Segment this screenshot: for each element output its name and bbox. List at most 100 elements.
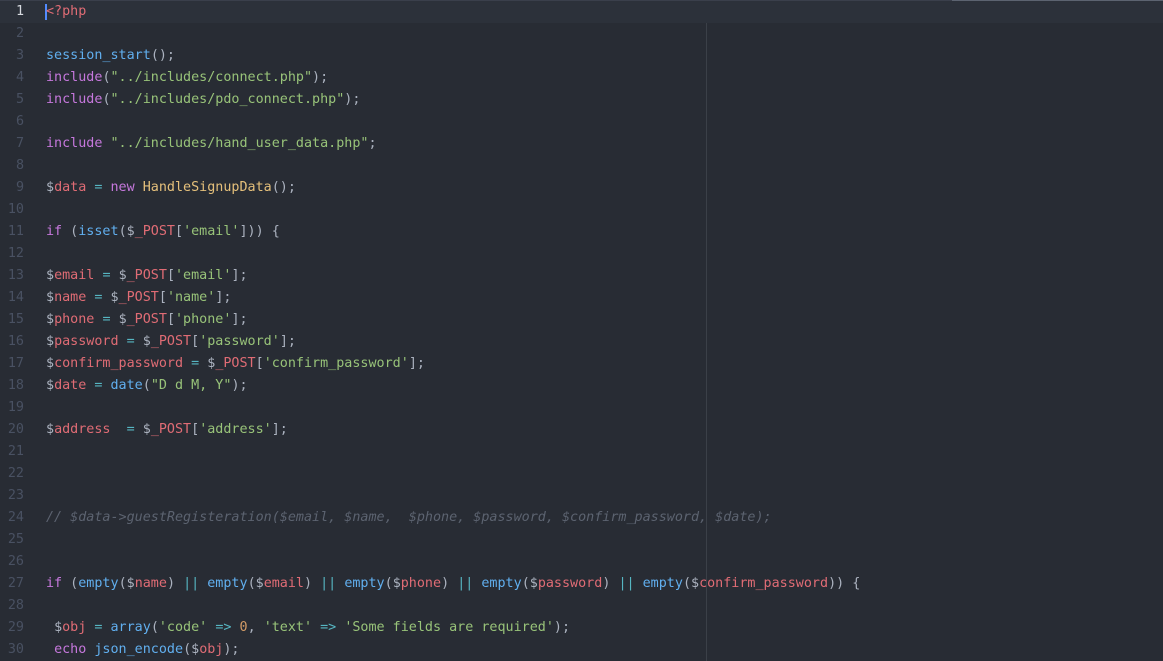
token-punct: ( — [102, 70, 111, 85]
code-line[interactable]: 28 — [0, 595, 1163, 617]
token-var: _POST — [126, 268, 167, 283]
code-text[interactable]: include("../includes/connect.php"); — [46, 67, 328, 89]
code-text[interactable]: $phone = $_POST['phone']; — [46, 309, 248, 331]
code-text[interactable]: session_start(); — [46, 45, 175, 67]
token-punct: ( — [384, 576, 393, 591]
token-punct — [111, 312, 119, 327]
code-line[interactable]: 30 echo json_encode($obj); — [0, 639, 1163, 661]
code-line[interactable]: 13 $email = $_POST['email']; — [0, 265, 1163, 287]
token-dollar: $ — [46, 356, 55, 371]
line-number: 12 — [7, 246, 24, 261]
code-line[interactable]: 23 — [0, 485, 1163, 507]
token-punct — [135, 180, 143, 195]
token-punct: ); — [344, 92, 361, 107]
code-line[interactable]: 9 $data = new HandleSignupData(); — [0, 177, 1163, 199]
token-dollar: $ — [126, 224, 135, 239]
token-op: || — [320, 576, 337, 591]
code-text[interactable]: if (empty($name) || empty($email) || emp… — [46, 573, 860, 595]
token-punct: ) — [166, 576, 184, 591]
code-line[interactable]: 22 — [0, 463, 1163, 485]
code-line[interactable]: 19 — [0, 397, 1163, 419]
token-var: _POST — [118, 290, 159, 305]
code-text[interactable]: $email = $_POST['email']; — [46, 265, 248, 287]
token-string: 'Some fields are required' — [344, 620, 554, 635]
code-line[interactable]: 2 — [0, 23, 1163, 45]
code-text[interactable]: $data = new HandleSignupData(); — [46, 177, 296, 199]
code-lines[interactable]: 1 <?php 2 3 session_start(); 4 include("../inc… — [0, 1, 1163, 661]
code-line[interactable]: 26 — [0, 551, 1163, 573]
line-number: 24 — [7, 510, 24, 525]
token-punct — [102, 378, 110, 393]
token-punct: ( — [183, 642, 192, 657]
token-string: "../includes/hand_user_data.php" — [110, 136, 369, 151]
token-punct: ]; — [231, 268, 248, 283]
code-line[interactable]: 14 $name = $_POST['name']; — [0, 287, 1163, 309]
token-var: _POST — [215, 356, 256, 371]
code-line[interactable]: 6 — [0, 111, 1163, 133]
code-line[interactable]: 17 $confirm_password = $_POST['confirm_pa… — [0, 353, 1163, 375]
code-text[interactable]: // $data->guestRegisteration($email, $na… — [46, 507, 772, 529]
token-var: name — [134, 576, 167, 591]
code-line[interactable]: 5 include("../includes/pdo_connect.php"); — [0, 89, 1163, 111]
token-string: 'password' — [199, 334, 280, 349]
code-line[interactable]: 24 // $data->guestRegisteration($email, $… — [0, 507, 1163, 529]
line-number: 9 — [15, 180, 24, 195]
token-dollar: $ — [142, 334, 151, 349]
token-punct: ( — [118, 224, 127, 239]
code-text[interactable]: if (isset($_POST['email'])) { — [46, 221, 280, 243]
code-line[interactable]: 16 $password = $_POST['password']; — [0, 331, 1163, 353]
code-text[interactable]: $name = $_POST['name']; — [46, 287, 231, 309]
code-line[interactable]: 15 $phone = $_POST['phone']; — [0, 309, 1163, 331]
line-number: 25 — [7, 532, 24, 547]
code-line[interactable]: 21 — [0, 441, 1163, 463]
token-keyword: include — [46, 70, 103, 85]
code-line[interactable]: 18 $date = date("D d M, Y"); — [0, 375, 1163, 397]
code-line[interactable]: 12 — [0, 243, 1163, 265]
token-punct: [ — [158, 290, 167, 305]
token-keyword: new — [110, 180, 135, 195]
code-line[interactable]: 7 include "../includes/hand_user_data.php… — [0, 133, 1163, 155]
token-punct — [312, 620, 320, 635]
code-text[interactable]: echo json_encode($obj); — [46, 639, 239, 661]
line-number: 28 — [7, 598, 24, 613]
code-line[interactable]: 1 <?php — [0, 1, 1163, 23]
code-line[interactable]: 10 — [0, 199, 1163, 221]
token-var: _POST — [150, 422, 192, 437]
token-punct: [ — [175, 224, 184, 239]
token-punct — [102, 620, 110, 635]
line-number: 18 — [7, 378, 24, 393]
code-line[interactable]: 11 if (isset($_POST['email'])) { — [0, 221, 1163, 243]
code-text[interactable]: $password = $_POST['password']; — [46, 331, 296, 353]
code-line[interactable]: 3 session_start(); — [0, 45, 1163, 67]
code-line[interactable]: 8 — [0, 155, 1163, 177]
code-line[interactable]: 29 $obj = array('code' => 0, 'text' => '… — [0, 617, 1163, 639]
token-op: = — [126, 422, 135, 437]
token-punct: )) { — [828, 576, 861, 591]
token-var: confirm_password — [699, 576, 829, 591]
code-line[interactable]: 25 — [0, 529, 1163, 551]
code-line[interactable]: 20 $address = $_POST['address']; — [0, 419, 1163, 441]
code-text[interactable]: <?php — [46, 1, 86, 23]
line-number: 14 — [7, 290, 24, 305]
token-punct: ])) { — [239, 224, 280, 239]
code-line[interactable]: 4 include("../includes/connect.php"); — [0, 67, 1163, 89]
token-keyword: include — [46, 92, 103, 107]
code-text[interactable]: $address = $_POST['address']; — [46, 419, 288, 441]
code-text[interactable]: $obj = array('code' => 0, 'text' => 'Som… — [46, 617, 570, 639]
token-dollar: $ — [118, 312, 127, 327]
line-number: 3 — [15, 48, 24, 63]
code-text[interactable]: $date = date("D d M, Y"); — [46, 375, 248, 397]
token-op: || — [457, 576, 474, 591]
token-punct: (); — [150, 48, 175, 63]
token-func: session_start — [46, 48, 151, 63]
code-text[interactable]: $confirm_password = $_POST['confirm_pass… — [46, 353, 425, 375]
token-func: json_encode — [94, 642, 184, 657]
token-punct: ]; — [271, 422, 288, 437]
token-dollar: $ — [46, 180, 55, 195]
code-editor[interactable]: 1 <?php 2 3 session_start(); 4 include("../inc… — [0, 0, 1163, 661]
code-line[interactable]: 27 if (empty($name) || empty($email) || e… — [0, 573, 1163, 595]
code-text[interactable]: include "../includes/hand_user_data.php"… — [46, 133, 377, 155]
code-text[interactable]: include("../includes/pdo_connect.php"); — [46, 89, 360, 111]
line-number: 15 — [7, 312, 24, 327]
token-punct — [635, 576, 643, 591]
